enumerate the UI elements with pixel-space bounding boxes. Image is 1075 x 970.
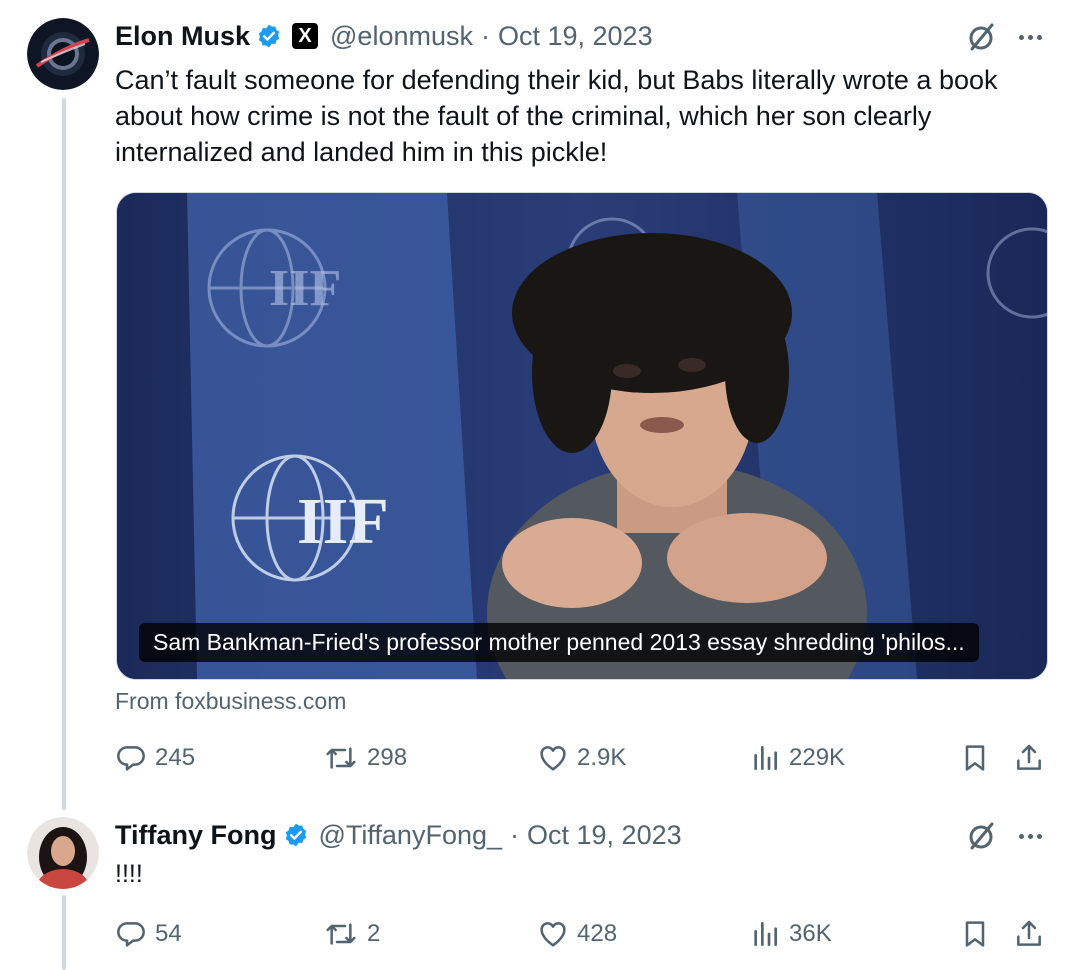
repost-count: 298	[367, 744, 408, 771]
views-count: 36K	[789, 920, 832, 947]
share-icon	[1017, 744, 1041, 770]
repost-icon	[326, 747, 356, 769]
author-name[interactable]: Tiffany Fong	[115, 820, 277, 851]
reply-icon	[117, 922, 145, 947]
share-icon	[1017, 920, 1041, 946]
reply-button[interactable]: 245	[115, 738, 195, 778]
like-button[interactable]: 428	[537, 914, 617, 954]
author-handle[interactable]: @TiffanyFong_	[319, 820, 503, 851]
bookmark-icon	[965, 745, 985, 771]
author-handle[interactable]: @elonmusk	[330, 21, 473, 52]
views-count: 229K	[789, 744, 846, 771]
tweet-text: Can’t fault someone for defending their …	[115, 65, 998, 167]
more-icon[interactable]	[1015, 821, 1045, 851]
share-button[interactable]	[1013, 914, 1053, 954]
tweet-text: !!!!	[115, 860, 143, 888]
reply-icon	[117, 746, 145, 771]
repost-count: 2	[367, 920, 381, 947]
more-icon[interactable]	[1015, 22, 1045, 52]
tweet-date[interactable]: Oct 19, 2023	[498, 21, 653, 52]
thread-line	[62, 98, 66, 810]
like-count: 2.9K	[577, 744, 627, 771]
repost-button[interactable]: 298	[323, 738, 407, 778]
bookmark-icon	[965, 921, 985, 947]
svg-text:IIF: IIF	[269, 260, 341, 317]
card-source[interactable]: From foxbusiness.com	[115, 688, 346, 715]
verified-icon	[283, 822, 309, 848]
separator: ·	[510, 819, 520, 850]
reply-button[interactable]: 54	[115, 914, 182, 954]
like-icon	[540, 746, 566, 771]
bookmark-button[interactable]	[959, 914, 999, 954]
reply-count: 54	[155, 920, 182, 947]
link-card[interactable]: IIF IIF Sam Bankman-Fried's professor mo…	[116, 192, 1048, 680]
affiliation-badge-icon[interactable]: X	[292, 23, 319, 49]
thread-line	[62, 895, 66, 970]
author-name[interactable]: Elon Musk	[115, 21, 250, 52]
views-icon	[754, 746, 777, 770]
separator: ·	[480, 20, 490, 51]
like-button[interactable]: 2.9K	[537, 738, 626, 778]
bookmark-button[interactable]	[959, 738, 999, 778]
tweet-date[interactable]: Oct 19, 2023	[527, 820, 682, 851]
views-button[interactable]: 36K	[749, 914, 832, 954]
views-icon	[754, 922, 777, 946]
tweet-actions: 54 2 428 36K	[115, 914, 1045, 954]
card-image: IIF IIF	[117, 193, 1047, 679]
tweet-actions: 245 298 2.9K 229K	[115, 738, 1045, 778]
tweet-header: Elon Musk X @elonmusk · Oct 19, 2023	[115, 16, 653, 56]
avatar[interactable]	[27, 18, 99, 90]
views-button[interactable]: 229K	[749, 738, 845, 778]
share-button[interactable]	[1013, 738, 1053, 778]
tweet-header: Tiffany Fong @TiffanyFong_ · Oct 19, 202…	[115, 815, 682, 855]
repost-icon	[326, 923, 356, 945]
like-icon	[540, 922, 566, 947]
grok-icon[interactable]	[966, 820, 998, 852]
grok-icon[interactable]	[966, 21, 998, 53]
reply-count: 245	[155, 744, 196, 771]
like-count: 428	[577, 920, 618, 947]
avatar[interactable]	[27, 817, 99, 889]
repost-button[interactable]: 2	[323, 914, 380, 954]
card-caption: Sam Bankman-Fried's professor mother pen…	[139, 623, 979, 662]
affiliation-badge-label: X	[298, 25, 312, 47]
svg-text:IIF: IIF	[297, 485, 389, 558]
verified-icon	[256, 23, 282, 49]
